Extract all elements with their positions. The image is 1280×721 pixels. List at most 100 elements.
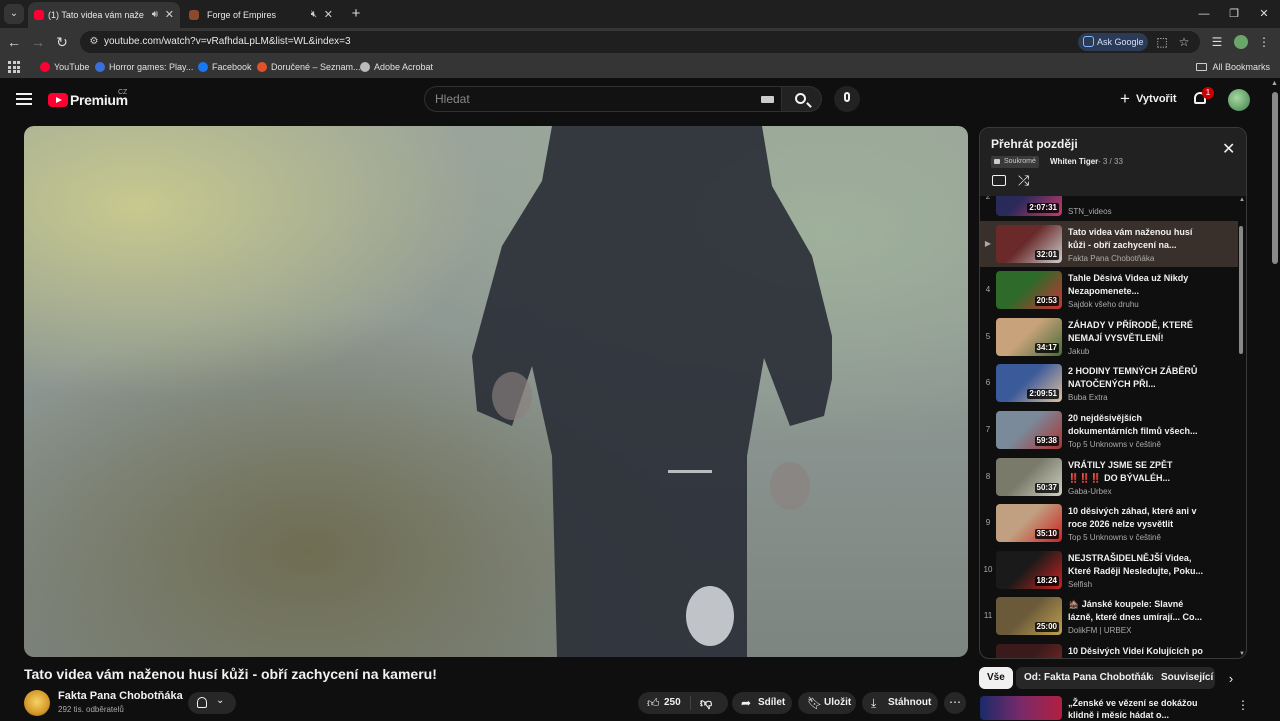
thumbs-down-icon[interactable]: 👎︎ <box>700 692 712 714</box>
next-video-thumbnail[interactable] <box>980 696 1062 720</box>
all-bookmarks-button[interactable]: All Bookmarks <box>1196 56 1270 78</box>
subscription-bell-button[interactable]: ⌄ <box>188 692 236 714</box>
bookmark-star-icon[interactable]: ☆ <box>1174 32 1194 52</box>
playlist-item-title[interactable]: Tato videa vám naženou husí kůži - obří … <box>1068 226 1206 252</box>
chip-from-channel[interactable]: Od: Fakta Pana Chobotňáka <box>1016 667 1166 689</box>
playlist-item[interactable]: 10 18:24 NEJSTRAŠIDELNĚJŠÍ Videa, Které Ra… <box>980 547 1238 593</box>
page-scrollbar[interactable]: ▲ <box>1270 80 1280 720</box>
speaker-icon[interactable]: 🔊︎ <box>152 2 158 28</box>
loop-icon[interactable] <box>992 175 1006 186</box>
playlist-title[interactable]: Přehrát později <box>991 137 1078 151</box>
close-icon[interactable]: ✕ <box>1222 142 1235 158</box>
video-player[interactable] <box>24 126 968 657</box>
chip-related[interactable]: Související <box>1153 667 1215 689</box>
tab-search-chevron-icon[interactable]: ⌄ <box>4 4 24 24</box>
chip-all[interactable]: Vše <box>979 667 1013 689</box>
playlist-item-thumbnail[interactable]: 20:53 <box>996 271 1062 310</box>
playlist-item-thumbnail[interactable]: 59:38 <box>996 411 1062 449</box>
browser-tab-forge[interactable]: Forge of Empires 🔇︎ ✕ <box>183 2 339 28</box>
bookmark-facebook[interactable]: Facebook <box>198 56 252 78</box>
playlist-item-thumbnail[interactable]: 34:17 <box>996 317 1062 356</box>
playlist-item-thumbnail[interactable]: 35:10 <box>996 504 1062 543</box>
shuffle-icon[interactable]: ⤮ <box>1018 172 1029 188</box>
playlist-item[interactable]: 2 2:07:31 klidně i měsíc hádat o... STN_vid… <box>980 196 1238 220</box>
playlist-item-title[interactable]: klidně i měsíc hádat o... <box>1068 196 1206 205</box>
playlist-item[interactable]: 4 20:53 Tahle Děsivá Videa už Nikdy Nezapo… <box>980 267 1238 313</box>
browser-tab-youtube[interactable]: (1) Tato videa vám naženou 🔊︎ ✕ <box>28 2 180 28</box>
more-actions-icon[interactable]: ⋯ <box>944 692 966 714</box>
restore-window-icon[interactable]: ❐ <box>1222 4 1246 24</box>
playlist-item-title[interactable]: 🏚️ Jánské koupele: Slavné lázně, které d… <box>1068 598 1206 624</box>
bookmark-horror-games[interactable]: Horror games: Play... <box>95 56 193 78</box>
playlist-item-thumbnail[interactable]: 50:37 <box>996 457 1062 496</box>
playlist-item-thumbnail[interactable]: 18:24 <box>996 550 1062 589</box>
playlist-item-title[interactable]: ZÁHADY V PŘÍRODĚ, KTERÉ NEMAJÍ VYSVĚTLEN… <box>1068 319 1206 345</box>
playlist-item-title[interactable]: 10 Děsivých Videí Kolujících po <box>1068 645 1206 658</box>
scrollbar-thumb[interactable] <box>1272 92 1278 264</box>
playlist-item-thumbnail[interactable]: 25:00 <box>996 597 1062 636</box>
playlist-item[interactable]: 7 59:38 20 nejděsivějších dokumentárních f… <box>980 407 1238 453</box>
forward-arrow-icon[interactable]: → <box>28 32 48 52</box>
download-button[interactable]: ⤓ Stáhnout <box>862 692 938 714</box>
next-video-title[interactable]: „Ženské ve vězení se dokážou klidně i mě… <box>1068 697 1226 721</box>
playlist-item-title[interactable]: NEJSTRAŠIDELNĚJŠÍ Videa, Které Raději Ne… <box>1068 552 1206 578</box>
playlist-item[interactable]: 5 34:17 ZÁHADY V PŘÍRODĚ, KTERÉ NEMAJÍ VYS… <box>980 314 1238 360</box>
playlist-item-thumbnail[interactable]: 2:09:51 <box>996 364 1062 403</box>
site-info-icon[interactable]: ⚙︎ <box>86 34 102 50</box>
reading-list-icon[interactable]: ☰ <box>1207 32 1227 52</box>
apps-grid-icon[interactable] <box>8 61 20 73</box>
playlist-scrollbar[interactable]: ▲ ▼ <box>1238 196 1246 658</box>
playlist-item-thumbnail[interactable] <box>996 644 1062 658</box>
playlist-item-title[interactable]: 2 HODINY TEMNÝCH ZÁBĚRŮ NATOČENÝCH PŘI..… <box>1068 365 1206 391</box>
playlist-item[interactable]: 9 35:10 10 děsivých záhad, které ani v roc… <box>980 500 1238 546</box>
reload-icon[interactable]: ↻ <box>52 32 72 52</box>
playlist-item-title[interactable]: 20 nejděsivějších dokumentárních filmů v… <box>1068 412 1206 438</box>
channel-name[interactable]: Fakta Pana Chobotňáka <box>58 690 183 702</box>
save-button[interactable]: 🔖︎ Uložit <box>798 692 856 714</box>
url-text[interactable]: youtube.com/watch?v=vRafhdaLpLM&list=WL&… <box>104 31 351 53</box>
scroll-down-icon[interactable]: ▼ <box>1238 651 1246 657</box>
playlist-item-title[interactable]: VRÁTILY JSME SE ZPĚT ‼️‼️‼️ DO BÝVALÉH..… <box>1068 459 1206 485</box>
ask-google-button[interactable]: Ask Google <box>1078 33 1148 51</box>
playlist-item[interactable]: 8 50:37 VRÁTILY JSME SE ZPĚT ‼️‼️‼️ DO BÝV… <box>980 454 1238 500</box>
playlist-item[interactable]: 10 Děsivých Videí Kolujících po <box>980 640 1238 658</box>
playlist-item-current[interactable]: ▶ 32:01 Tato videa vám naženou husí kůži -… <box>980 220 1238 267</box>
playlist-item-thumbnail[interactable]: 32:01 <box>996 224 1062 263</box>
bookmark-youtube[interactable]: YouTube <box>40 56 89 78</box>
search-input[interactable] <box>435 87 735 111</box>
close-tab-icon[interactable]: ✕ <box>165 2 174 28</box>
install-app-icon[interactable]: ⬚ <box>1152 32 1172 52</box>
close-window-icon[interactable]: ✕ <box>1252 4 1276 24</box>
youtube-logo-icon[interactable] <box>48 93 68 107</box>
new-tab-button[interactable]: + <box>346 4 366 24</box>
more-options-icon[interactable]: ⋮ <box>1237 698 1249 712</box>
menu-icon[interactable] <box>16 93 32 105</box>
muted-speaker-icon[interactable]: 🔇︎ <box>311 2 317 28</box>
minimize-window-icon[interactable]: — <box>1192 4 1216 24</box>
create-button[interactable]: + Vytvořit <box>1116 87 1183 111</box>
scroll-up-icon[interactable]: ▲ <box>1238 197 1246 203</box>
scroll-up-icon[interactable]: ▲ <box>1271 80 1278 87</box>
playlist-item-thumbnail[interactable]: 2:07:31 <box>996 196 1062 216</box>
playlist-item[interactable]: 6 2:09:51 2 HODINY TEMNÝCH ZÁBĚRŮ NATOČENÝ… <box>980 360 1238 406</box>
voice-search-button[interactable] <box>834 86 860 112</box>
back-arrow-icon[interactable]: ← <box>4 32 24 52</box>
keyboard-icon[interactable] <box>761 96 774 103</box>
notifications-button[interactable]: 1 <box>1192 87 1214 108</box>
user-avatar[interactable] <box>1228 89 1250 111</box>
channel-avatar[interactable] <box>24 690 50 716</box>
address-bar[interactable]: ⚙︎ youtube.com/watch?v=vRafhdaLpLM&list=… <box>80 31 1200 53</box>
scrollbar-thumb[interactable] <box>1239 226 1243 354</box>
browser-menu-icon[interactable]: ⋮ <box>1254 32 1274 52</box>
search-button[interactable] <box>782 86 822 112</box>
playlist-owner[interactable]: Whiten Tiger <box>1050 156 1098 168</box>
playlist-item-title[interactable]: Tahle Děsivá Videa už Nikdy Nezapomenete… <box>1068 272 1206 298</box>
bookmark-seznam[interactable]: Doručené – Seznam... <box>257 56 361 78</box>
like-count[interactable]: 250 <box>664 692 681 714</box>
playlist-item-title[interactable]: 10 děsivých záhad, které ani v roce 2026… <box>1068 505 1206 531</box>
thumbs-up-icon[interactable]: 👍︎ <box>647 692 660 714</box>
chevron-right-icon[interactable]: › <box>1222 670 1240 688</box>
bookmark-adobe[interactable]: Adobe Acrobat <box>360 56 433 78</box>
playlist-item[interactable]: 11 25:00 🏚️ Jánské koupele: Slavné lázně, … <box>980 593 1238 639</box>
browser-profile-avatar[interactable] <box>1234 35 1248 49</box>
